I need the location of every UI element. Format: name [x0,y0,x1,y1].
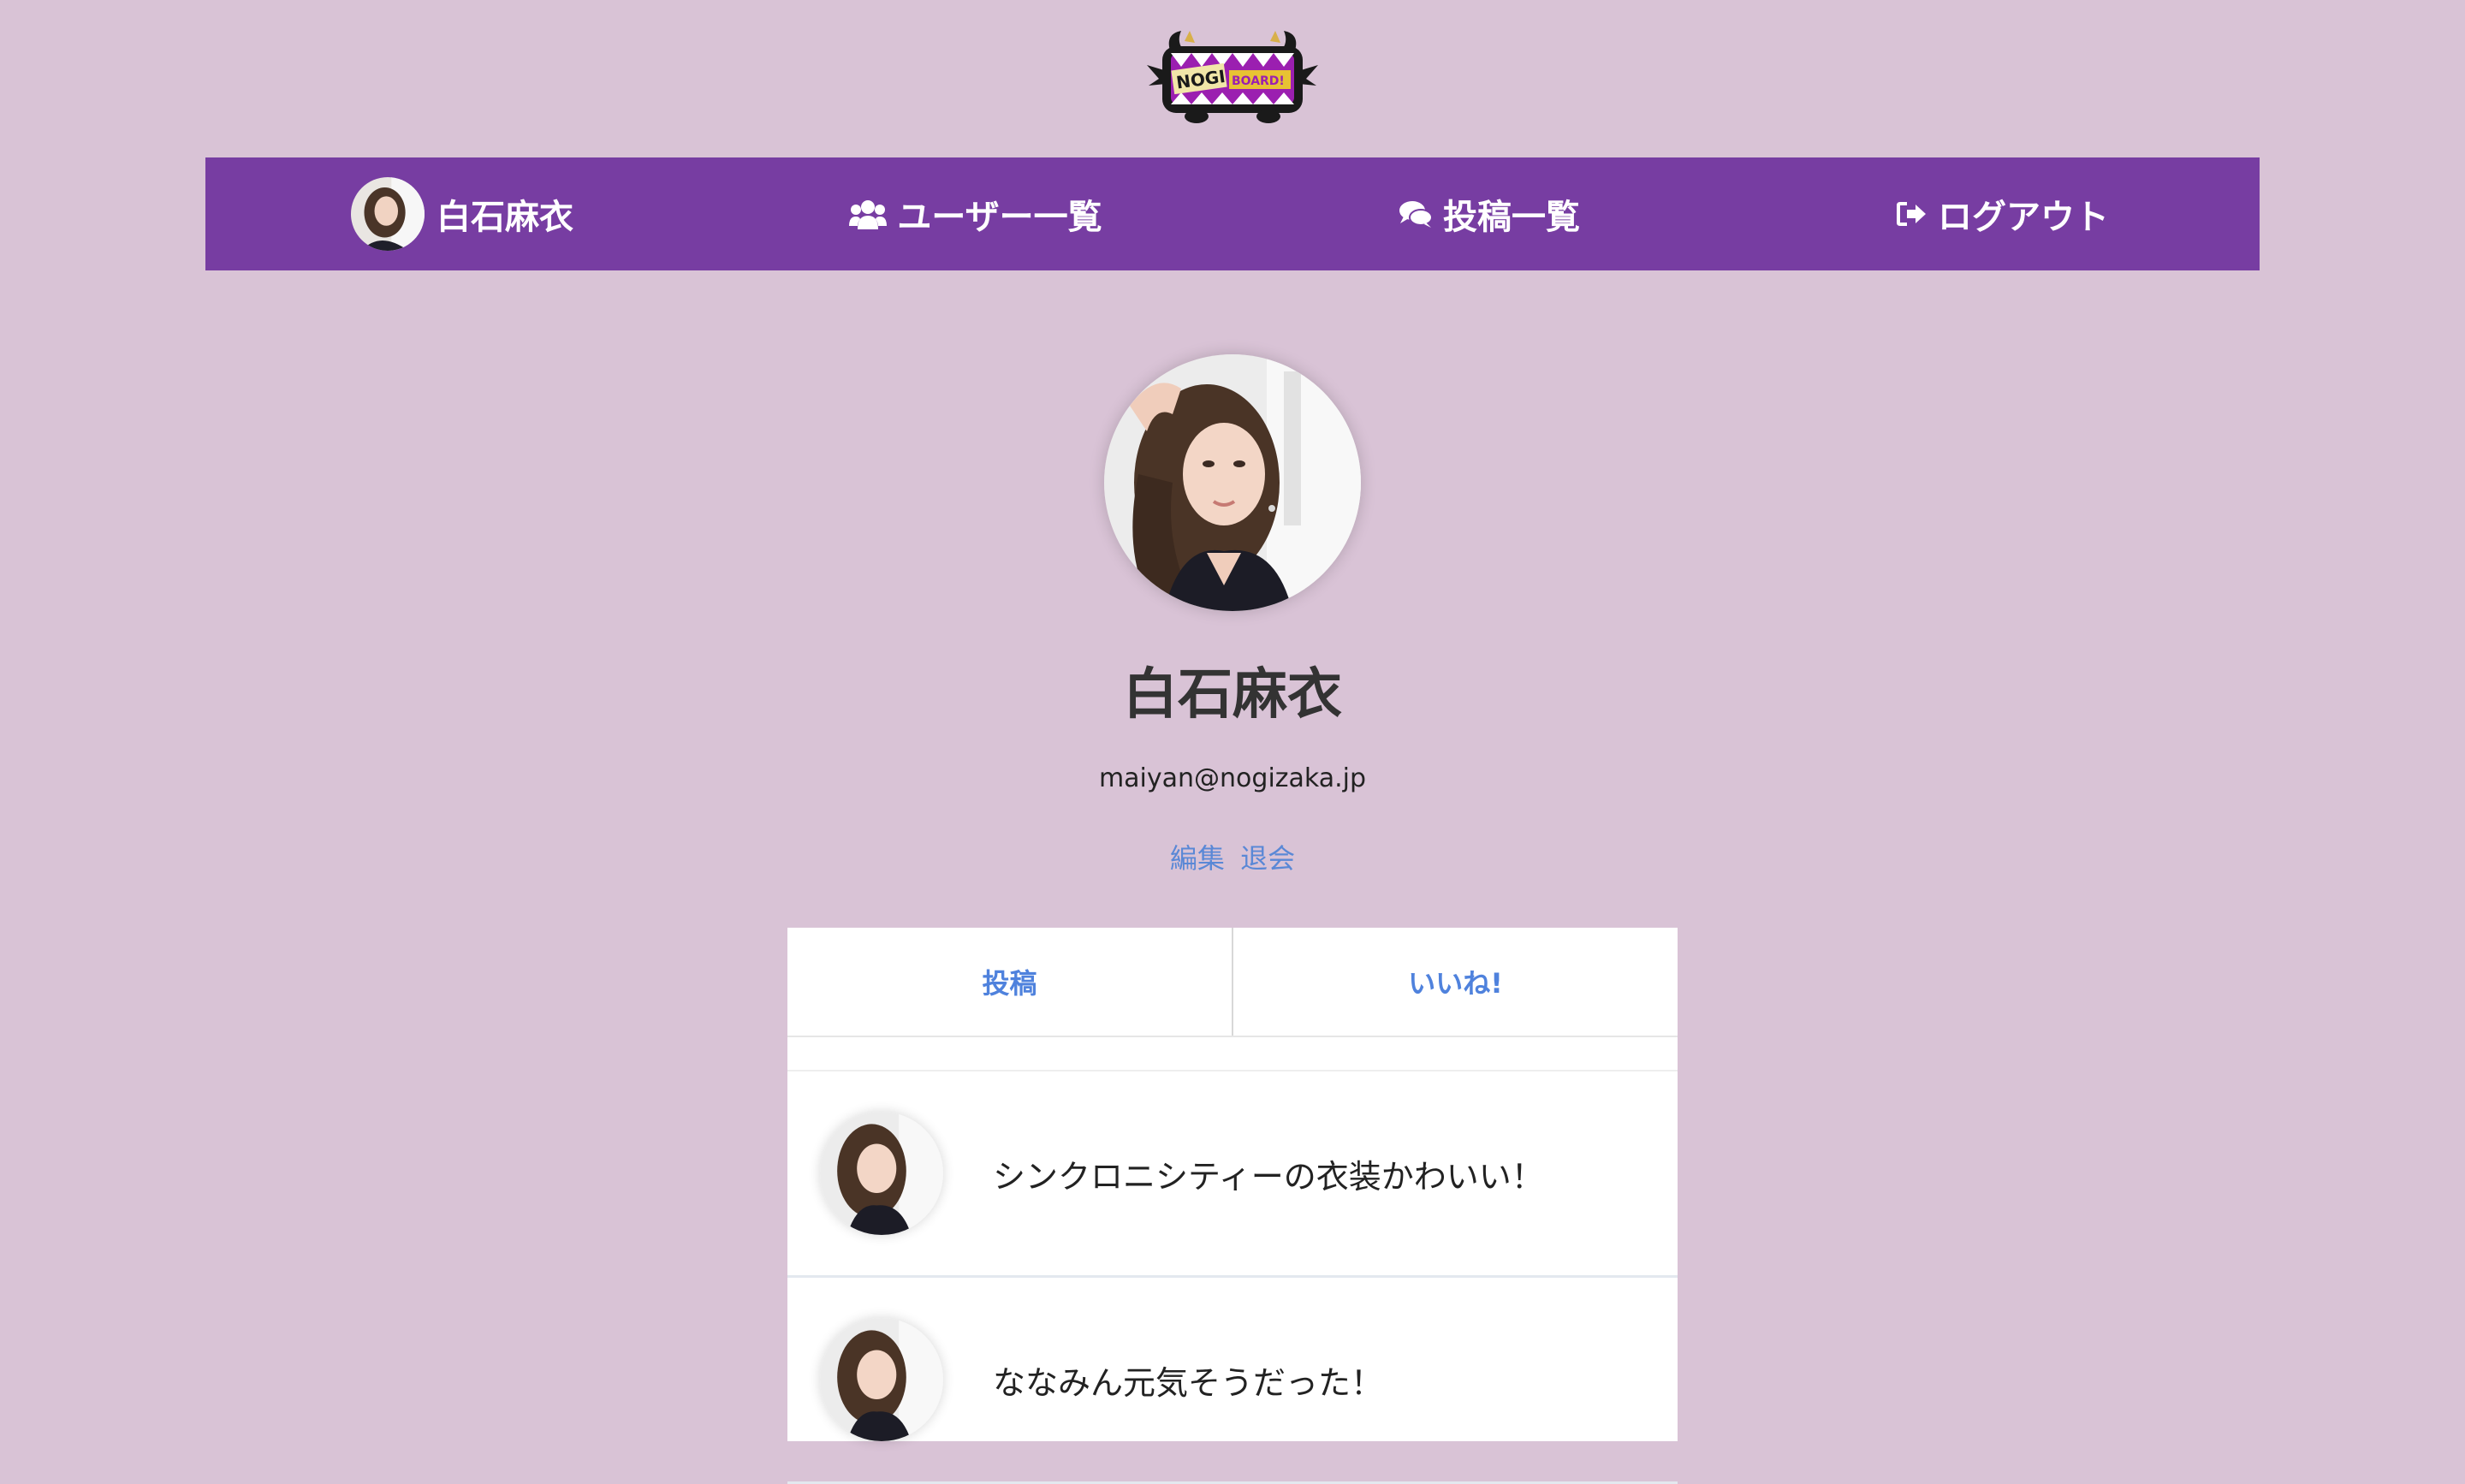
nav-posts-link[interactable]: 投稿一覧 [1232,157,1746,270]
nav-posts-label: 投稿一覧 [1443,198,1580,237]
post-author-avatar [820,1318,943,1441]
post-text: ななみん元気そうだった！ [993,1363,1384,1402]
nav-user-avatar [351,177,425,251]
tab-divider [787,1037,1678,1071]
nav-logout-label: ログアウト [1938,198,2109,237]
profile-avatar [1104,354,1361,611]
post-text: シンクロニシティーの衣装かわいい！ [993,1157,1544,1196]
profile-actions: 編集 退会 [0,837,2465,876]
post-item[interactable]: シンクロニシティーの衣装かわいい！ [787,1071,1678,1278]
nav-profile-link[interactable]: 白石麻衣 [205,157,719,270]
nav-users-link[interactable]: ユーザー一覧 [719,157,1232,270]
logo-monster-icon: NOGI BOARD! [1147,31,1318,123]
main-navbar: 白石麻衣 ユーザー一覧 投稿一覧 ログアウト [205,157,2260,270]
nav-logout-link[interactable]: ログアウト [1746,157,2260,270]
post-author-avatar [820,1112,943,1235]
nav-users-label: ユーザー一覧 [897,198,1102,237]
profile-email: maiyan@nogizaka.jp [1098,763,1367,793]
post-item[interactable]: ななみん元気そうだった！ [787,1278,1678,1484]
sign-out-icon [1897,200,1927,228]
profile-tabs: 投稿 いいね! [787,928,1678,1037]
edit-link[interactable]: 編集 [1170,842,1225,875]
profile-panel: 投稿 いいね! シンクロニシティーの衣装かわいい！ ななみん元気そうだった！ [787,928,1678,1484]
nav-user-name: 白石麻衣 [437,198,573,237]
logo-text-right: BOARD! [1232,74,1285,88]
comments-icon [1399,199,1433,229]
profile-name: 白石麻衣 [1123,663,1342,727]
withdraw-link[interactable]: 退会 [1240,842,1295,875]
users-icon [849,199,888,229]
tab-posts[interactable]: 投稿 [787,928,1232,1036]
tab-likes[interactable]: いいね! [1232,928,1678,1036]
nogi-board-logo[interactable]: NOGI BOARD! [1147,27,1318,123]
